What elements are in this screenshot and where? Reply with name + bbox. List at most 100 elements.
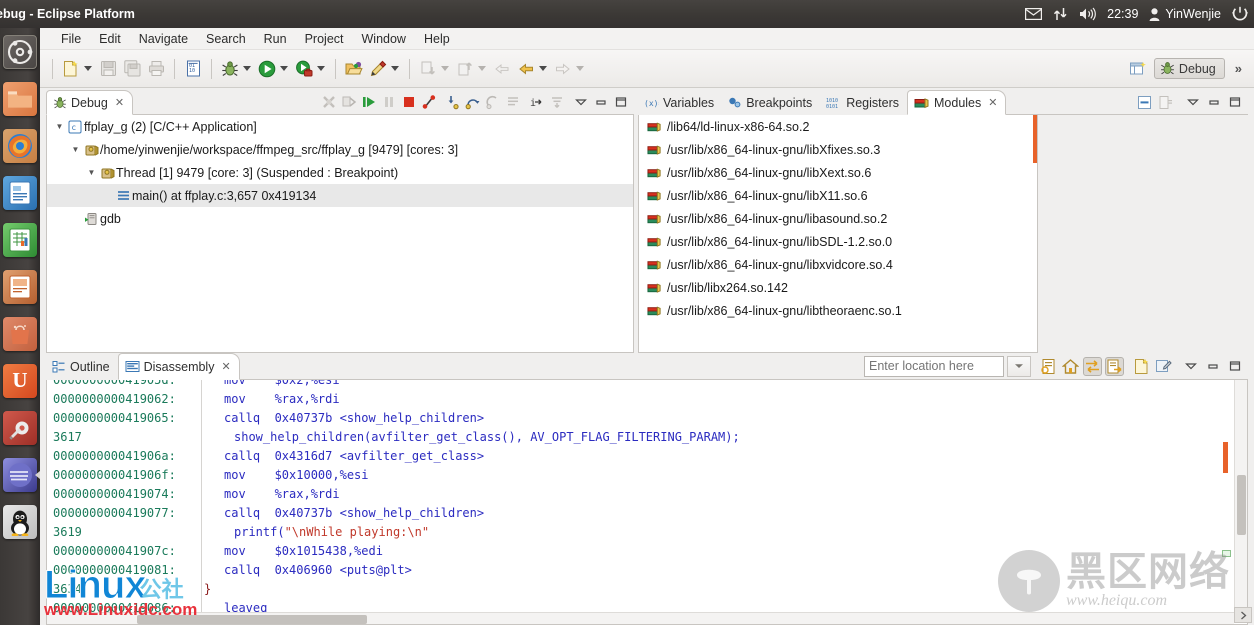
disassembly-vscroll-thumb[interactable]	[1237, 475, 1246, 535]
modules-list[interactable]: /lib64/ld-linux-x86-64.so.2 /usr/lib/x86…	[638, 115, 1038, 353]
list-item[interactable]: /usr/lib/x86_64-linux-gnu/libX11.so.6	[639, 184, 1037, 207]
panel-clock[interactable]: 22:39	[1107, 7, 1138, 21]
network-updown-icon[interactable]	[1053, 7, 1068, 21]
menu-edit[interactable]: Edit	[90, 29, 130, 49]
minimize-icon[interactable]	[1204, 93, 1223, 112]
step-into-icon[interactable]	[443, 93, 462, 112]
edit-icon[interactable]	[1154, 357, 1173, 376]
perspective-debug-button[interactable]: Debug	[1153, 58, 1225, 79]
disassembly-code-area[interactable]: mov $0x2,%esi mov %rax,%rdi callq 0x4073…	[202, 380, 1247, 624]
instruction-stepping-icon[interactable]: i	[527, 93, 546, 112]
new-disassembly-icon[interactable]	[1132, 357, 1151, 376]
launcher-item-eclipse[interactable]	[0, 451, 40, 498]
launcher-item-ubuntu-dash[interactable]	[0, 28, 40, 75]
menu-project[interactable]: Project	[296, 29, 353, 49]
debug-tree-row-selected[interactable]: main() at ffplay.c:3,657 0x419134	[47, 184, 633, 207]
binary-icon[interactable]: 01 10	[182, 58, 204, 80]
list-item[interactable]: /usr/lib/x86_64-linux-gnu/libSDL-1.2.so.…	[639, 230, 1037, 253]
debug-tree-row[interactable]: ▼ /home/yinwenjie/workspace/ffmpeg_src/f…	[47, 138, 633, 161]
run-green-icon[interactable]	[256, 58, 278, 80]
view-menu-icon[interactable]	[571, 93, 590, 112]
twisty-icon[interactable]: ▼	[85, 168, 98, 177]
disassembly-overview-ruler[interactable]	[1221, 380, 1233, 612]
location-dropdown-button[interactable]	[1007, 355, 1031, 377]
open-perspective-icon[interactable]	[1127, 58, 1149, 80]
back-arrow-icon[interactable]	[515, 58, 537, 80]
overview-marker-misc[interactable]	[1222, 550, 1231, 557]
disassembly-hscrollbar[interactable]	[47, 612, 1234, 624]
launcher-item-ubuntu-software-center[interactable]	[0, 310, 40, 357]
list-item[interactable]: /usr/lib/x86_64-linux-gnu/libasound.so.2	[639, 207, 1037, 230]
new-file-dropdown-caret[interactable]	[84, 66, 92, 71]
terminate-disconnect-icon[interactable]	[419, 93, 438, 112]
list-item[interactable]: /usr/lib/x86_64-linux-gnu/libxvidcore.so…	[639, 253, 1037, 276]
toolbar-overflow-chevron[interactable]: »	[1229, 61, 1244, 76]
list-item[interactable]: /usr/lib/x86_64-linux-gnu/libXfixes.so.3	[639, 138, 1037, 161]
disassembly-body[interactable]: 000000000041905d: 0000000000419062: 0000…	[46, 380, 1248, 625]
list-item[interactable]: /usr/lib/libx264.so.142	[639, 276, 1037, 299]
tab-disassembly[interactable]: Disassembly ✕	[117, 353, 240, 380]
search-dropdown-caret[interactable]	[391, 66, 399, 71]
menu-help[interactable]: Help	[415, 29, 459, 49]
tab-modules-close-icon[interactable]: ✕	[988, 96, 997, 109]
debug-tree[interactable]: ▼ c ffplay_g (2) [C/C++ Application] ▼ /…	[46, 115, 634, 353]
menu-navigate[interactable]: Navigate	[130, 29, 197, 49]
list-item[interactable]: /usr/lib/x86_64-linux-gnu/libXext.so.6	[639, 161, 1037, 184]
envelope-icon[interactable]	[1025, 8, 1043, 20]
launcher-item-tux-terminal[interactable]	[0, 498, 40, 545]
open-folder-icon[interactable]	[343, 58, 365, 80]
step-over-icon[interactable]	[463, 93, 482, 112]
menu-search[interactable]: Search	[197, 29, 255, 49]
link-with-active-debug-icon[interactable]	[1105, 356, 1124, 376]
disassembly-vscrollbar[interactable]	[1234, 380, 1247, 612]
maximize-icon[interactable]	[1225, 357, 1244, 376]
resume-icon[interactable]	[359, 93, 378, 112]
minimize-icon[interactable]	[591, 93, 610, 112]
launcher-item-system-settings[interactable]	[0, 404, 40, 451]
view-menu-icon[interactable]	[1181, 357, 1200, 376]
minimize-icon[interactable]	[1203, 357, 1222, 376]
menu-run[interactable]: Run	[255, 29, 296, 49]
location-input[interactable]	[864, 355, 1004, 377]
bug-icon[interactable]	[219, 58, 241, 80]
tab-debug-close-icon[interactable]: ✕	[115, 96, 124, 109]
show-source-icon[interactable]	[1039, 357, 1058, 376]
external-tools-icon[interactable]	[293, 58, 315, 80]
debug-dropdown-caret[interactable]	[243, 66, 251, 71]
twisty-icon[interactable]: ▼	[53, 122, 66, 131]
launcher-item-libreoffice-impress[interactable]	[0, 263, 40, 310]
home-frame-icon[interactable]	[1061, 357, 1080, 376]
tab-registers[interactable]: 1010 0101 Registers	[820, 90, 907, 115]
menu-window[interactable]: Window	[353, 29, 415, 49]
terminate-icon[interactable]	[399, 93, 418, 112]
new-file-icon[interactable]	[60, 58, 82, 80]
maximize-icon[interactable]	[611, 93, 630, 112]
twisty-icon[interactable]: ▼	[69, 145, 82, 154]
volume-icon[interactable]	[1079, 7, 1097, 21]
launcher-item-ubuntu-one[interactable]: U	[0, 357, 40, 404]
list-item[interactable]: /usr/lib/x86_64-linux-gnu/libtheoraenc.s…	[639, 299, 1037, 322]
tab-breakpoints[interactable]: Breakpoints	[722, 90, 820, 115]
debug-tree-row[interactable]: gdb	[47, 207, 633, 230]
debug-tree-row[interactable]: ▼ Thread [1] 9479 [core: 3] (Suspended :…	[47, 161, 633, 184]
launcher-item-files[interactable]	[0, 75, 40, 122]
external-tools-dropdown-caret[interactable]	[317, 66, 325, 71]
panel-user-menu[interactable]: YinWenjie	[1149, 7, 1221, 21]
back-dropdown-caret[interactable]	[539, 66, 547, 71]
launcher-item-libreoffice-calc[interactable]	[0, 216, 40, 263]
tab-modules[interactable]: Modules ✕	[907, 90, 1007, 115]
run-dropdown-caret[interactable]	[280, 66, 288, 71]
toggle-instruction-stepping-icon[interactable]	[1083, 356, 1102, 376]
view-menu-icon[interactable]	[1183, 93, 1202, 112]
debug-tree-row[interactable]: ▼ c ffplay_g (2) [C/C++ Application]	[47, 115, 633, 138]
collapse-all-icon[interactable]	[1135, 93, 1154, 112]
launcher-item-libreoffice-writer[interactable]	[0, 169, 40, 216]
tab-variables[interactable]: (x)= Variables	[638, 90, 722, 115]
pen-search-icon[interactable]	[367, 58, 389, 80]
status-resize-corner[interactable]	[1234, 607, 1252, 623]
tab-disassembly-close-icon[interactable]: ✕	[221, 360, 230, 373]
overview-marker-current[interactable]	[1223, 442, 1228, 473]
menu-file[interactable]: File	[52, 29, 90, 49]
tab-outline[interactable]: Outline	[46, 353, 118, 380]
launcher-item-firefox[interactable]	[0, 122, 40, 169]
